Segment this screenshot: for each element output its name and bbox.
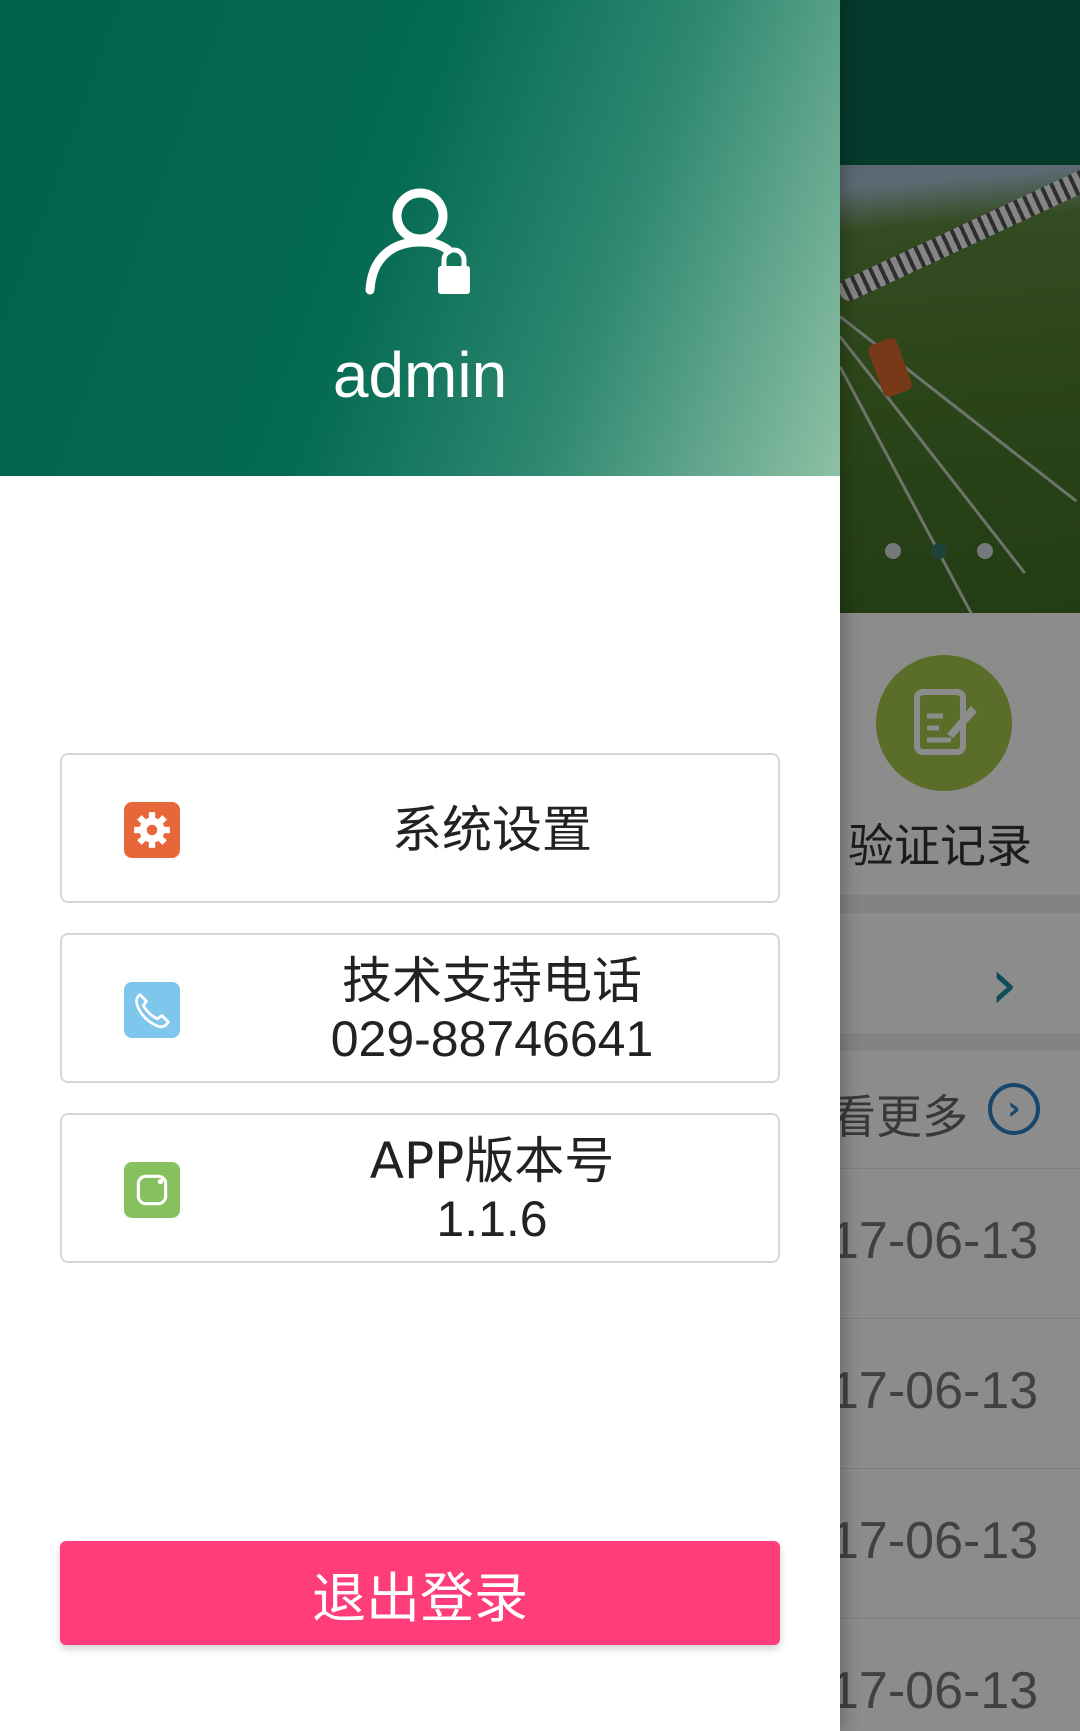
- user-lock-icon: [365, 188, 470, 295]
- system-settings-button[interactable]: 系统设置: [60, 753, 780, 903]
- username: admin: [332, 339, 508, 411]
- logout-button[interactable]: 退出登录: [60, 1541, 780, 1645]
- menu-item-label: 技术支持电话: [342, 952, 642, 1010]
- phone-icon: [124, 982, 180, 1038]
- menu-item-text: 技术支持电话 029-88746641: [202, 935, 782, 1085]
- menu-item-label: 系统设置: [392, 801, 592, 859]
- tech-support-phone-button[interactable]: 技术支持电话 029-88746641: [60, 933, 780, 1083]
- menu-item-label: APP版本号: [369, 1132, 615, 1190]
- menu-item-text: 系统设置: [202, 755, 782, 905]
- app-version-number: 1.1.6: [436, 1191, 548, 1247]
- support-phone-number: 029-88746641: [330, 1011, 654, 1067]
- drawer-header: admin: [0, 0, 840, 476]
- gear-icon: [124, 802, 180, 858]
- menu-item-text: APP版本号 1.1.6: [202, 1115, 782, 1265]
- navigation-drawer: admin 系统设置 技术支持电话 029-88746641 APP版本号 1.…: [0, 0, 840, 1731]
- app-version-button[interactable]: APP版本号 1.1.6: [60, 1113, 780, 1263]
- app-version-icon: [124, 1162, 180, 1218]
